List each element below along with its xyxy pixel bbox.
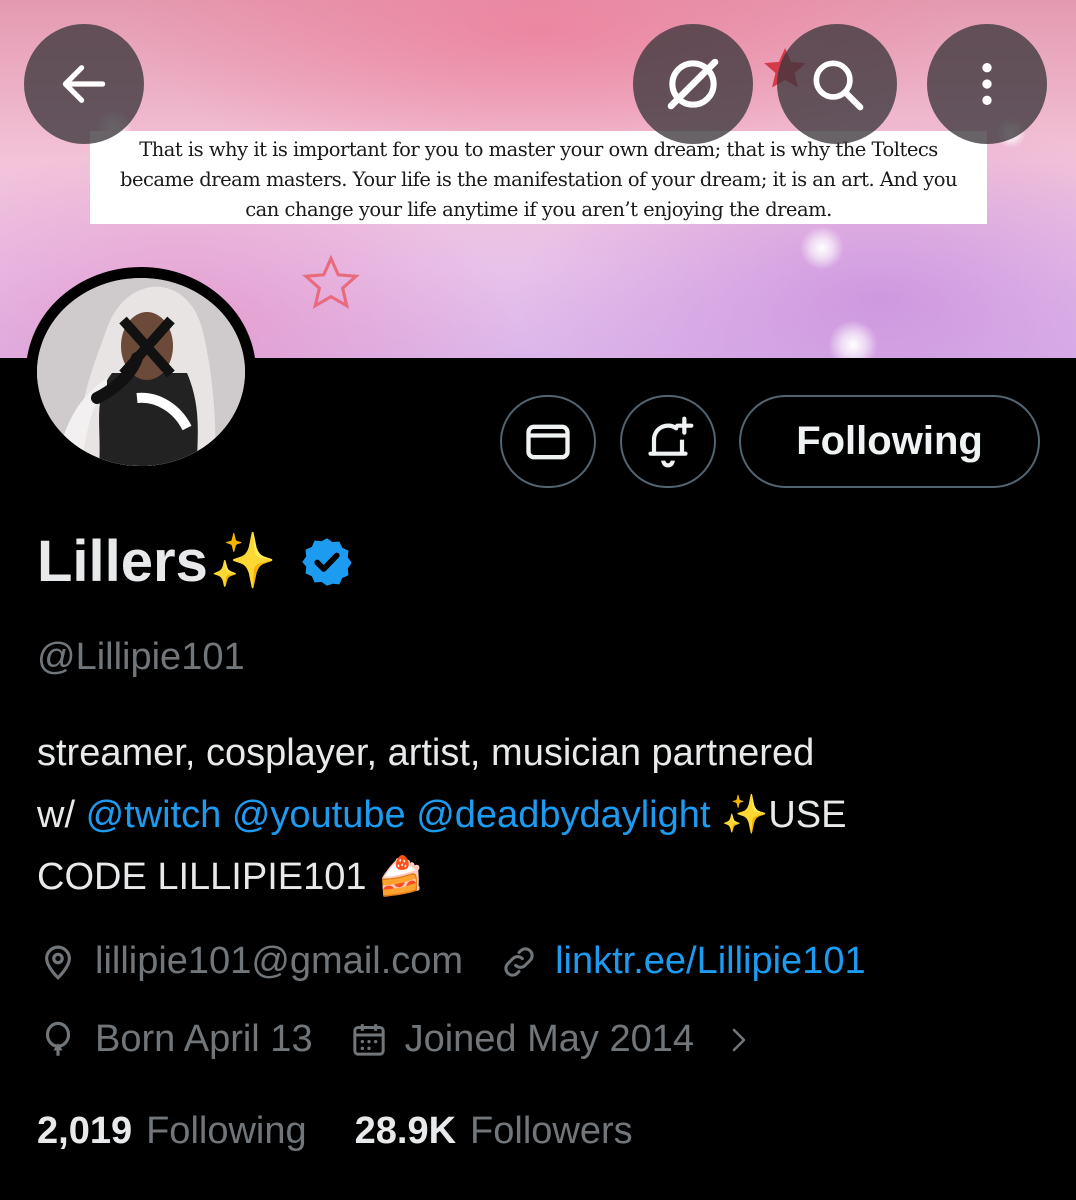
- website-item: linktr.ee/Lillipie101: [499, 940, 866, 983]
- bio-text: w/: [37, 794, 86, 836]
- location-item: lillipie101@gmail.com: [37, 940, 463, 983]
- back-button[interactable]: [24, 24, 144, 144]
- bio-line-2: w/ @twitch @youtube @deadbydaylight ✨USE: [37, 784, 1037, 846]
- grok-button[interactable]: [633, 24, 753, 144]
- avatar[interactable]: [26, 267, 256, 477]
- mention-youtube-link[interactable]: @youtube: [232, 794, 406, 836]
- profile-bio: streamer, cosplayer, artist, musician pa…: [37, 722, 1037, 908]
- bell-plus-icon: [648, 416, 694, 467]
- followers-label: Followers: [470, 1110, 633, 1152]
- following-count-link[interactable]: 2,019 Following: [37, 1110, 307, 1153]
- location-pin-icon: [37, 941, 79, 983]
- profile-meta-row-1: lillipie101@gmail.com linktr.ee/Lillipie…: [37, 940, 902, 983]
- mail-icon: [526, 424, 570, 459]
- mention-deadbydaylight-link[interactable]: @deadbydaylight: [416, 794, 710, 836]
- avatar-image: [37, 278, 245, 466]
- location-text: lillipie101@gmail.com: [95, 940, 464, 982]
- more-button[interactable]: [927, 24, 1047, 144]
- banner-quote: That is why it is important for you to m…: [90, 131, 987, 224]
- more-vertical-icon: [982, 63, 992, 105]
- joined-item[interactable]: Joined May 2014: [349, 1018, 754, 1061]
- followers-count-link[interactable]: 28.9K Followers: [355, 1110, 633, 1153]
- chevron-right-icon: [724, 1022, 754, 1058]
- website-link[interactable]: linktr.ee/Lillipie101: [555, 940, 866, 983]
- banner-sparkle: [828, 320, 878, 358]
- display-name-row: Lillers ✨: [37, 528, 355, 595]
- link-icon: [499, 942, 539, 982]
- balloon-icon: [37, 1019, 79, 1061]
- birthday-item: Born April 13: [37, 1018, 313, 1061]
- calendar-icon: [349, 1020, 389, 1060]
- display-name: Lillers: [37, 529, 208, 594]
- profile-meta-row-2: Born April 13 Joined May 2014: [37, 1018, 790, 1061]
- arrow-left-icon: [62, 65, 106, 103]
- search-button[interactable]: [777, 24, 897, 144]
- profile-stats: 2,019 Following 28.9K Followers: [37, 1110, 681, 1153]
- profile-handle: @Lillipie101: [37, 636, 245, 678]
- verified-badge-icon[interactable]: [299, 534, 355, 590]
- message-button[interactable]: [500, 395, 596, 488]
- search-icon: [813, 60, 864, 111]
- following-button-label: Following: [796, 419, 983, 463]
- mention-twitch-link[interactable]: @twitch: [86, 794, 222, 836]
- followers-count: 28.9K: [354, 1110, 457, 1152]
- banner-sparkle: [800, 226, 844, 270]
- joined-text: Joined May 2014: [404, 1018, 694, 1060]
- bio-text: ✨USE: [710, 794, 847, 836]
- bio-line-1: streamer, cosplayer, artist, musician pa…: [37, 732, 815, 774]
- following-label: Following: [146, 1110, 307, 1152]
- grok-icon: [667, 58, 719, 110]
- notifications-button[interactable]: [620, 395, 716, 488]
- following-count: 2,019: [37, 1110, 133, 1152]
- star-outline-icon: [302, 254, 360, 309]
- sparkles-emoji: ✨: [209, 531, 278, 591]
- following-button[interactable]: Following: [739, 395, 1040, 488]
- bio-line-3: CODE LILLIPIE101 🍰: [37, 856, 425, 898]
- avatar-portrait: [37, 278, 245, 466]
- birthday-text: Born April 13: [95, 1018, 313, 1060]
